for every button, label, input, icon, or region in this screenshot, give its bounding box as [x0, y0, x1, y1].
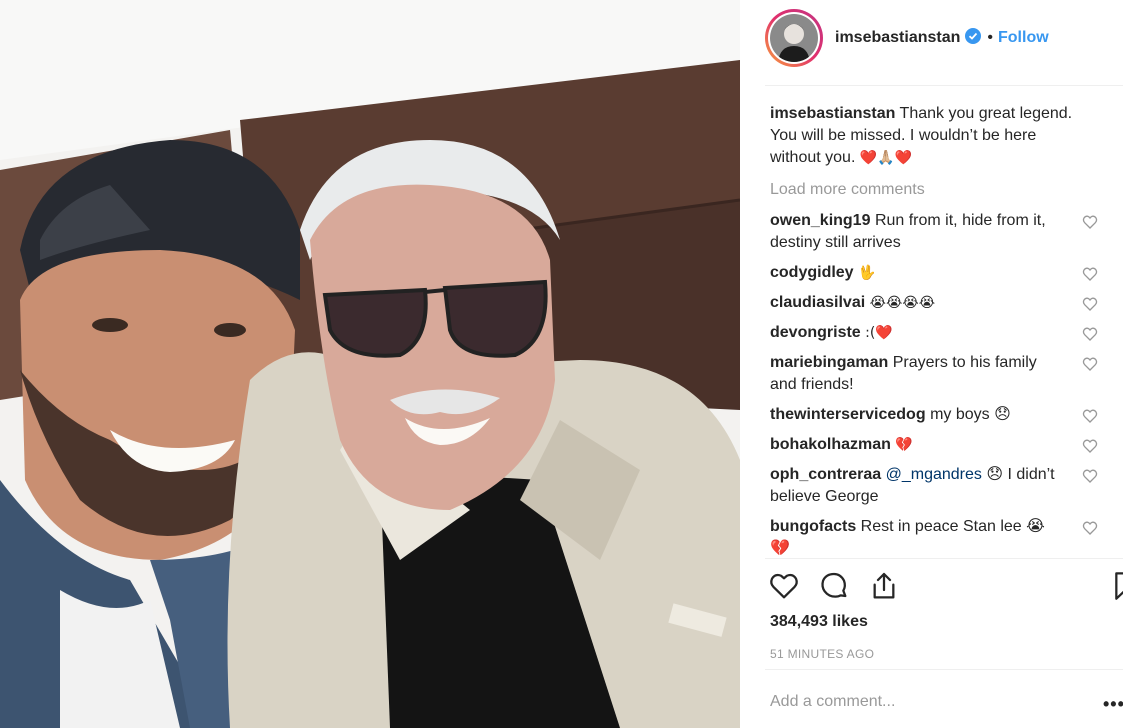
author-username[interactable]: imsebastianstan: [835, 29, 960, 47]
heart-outline-icon[interactable]: [1082, 468, 1098, 491]
comment-text: my boys 😞: [930, 406, 1011, 423]
post-side-panel: imsebastianstan • Follow imsebastianstan…: [740, 0, 1123, 728]
comment-item: oph_contreraa @_mgandres 😞 I didn’t beli…: [770, 464, 1110, 508]
comment-text: :(❤️: [865, 325, 893, 341]
post-header: imsebastianstan • Follow: [765, 8, 1049, 68]
post-photo-image: [0, 0, 740, 728]
comment-item: thewinterservicedog my boys 😞: [770, 404, 1110, 426]
header-separator: •: [987, 29, 993, 46]
add-comment-input[interactable]: [770, 693, 1070, 711]
heart-outline-icon[interactable]: [1082, 214, 1098, 237]
avatar: [770, 14, 818, 62]
comment-item: bungofacts Rest in peace Stan lee 😭💔: [770, 516, 1110, 558]
more-options-button[interactable]: •••: [1103, 694, 1123, 715]
comment-username[interactable]: bungofacts: [770, 518, 856, 535]
comment-item: mariebingaman Prayers to his family and …: [770, 352, 1110, 396]
heart-outline-icon[interactable]: [1082, 356, 1098, 379]
avatar-story-ring[interactable]: [765, 9, 823, 67]
comment-username[interactable]: thewinterservicedog: [770, 406, 926, 423]
caption-username[interactable]: imsebastianstan: [770, 105, 895, 122]
comment-item: bohakolhazman 💔: [770, 434, 1110, 456]
likes-count[interactable]: 384,493 likes: [770, 613, 868, 631]
load-more-comments[interactable]: Load more comments: [770, 179, 1110, 201]
comment-item: owen_king19 Run from it, hide from it, d…: [770, 210, 1110, 254]
comment-username[interactable]: claudiasilvai: [770, 294, 865, 311]
comment-username[interactable]: owen_king19: [770, 212, 870, 229]
share-icon[interactable]: [868, 570, 900, 607]
heart-icon[interactable]: [768, 570, 800, 607]
post-timestamp[interactable]: 51 MINUTES AGO: [770, 647, 874, 661]
heart-outline-icon[interactable]: [1082, 296, 1098, 319]
comments-list[interactable]: imsebastianstan Thank you great legend. …: [770, 100, 1110, 558]
bookmark-icon[interactable]: [1111, 570, 1123, 607]
post-photo[interactable]: [0, 0, 740, 728]
comment-mention[interactable]: @_mgandres: [886, 466, 982, 483]
divider: [765, 669, 1123, 670]
divider: [765, 558, 1123, 559]
heart-outline-icon[interactable]: [1082, 408, 1098, 431]
heart-outline-icon[interactable]: [1082, 438, 1098, 461]
comment-bubble-icon[interactable]: [818, 570, 850, 607]
comment-username[interactable]: oph_contreraa: [770, 466, 881, 483]
comment-text: 🖖: [858, 265, 876, 281]
comment-username[interactable]: bohakolhazman: [770, 436, 891, 453]
comment-username[interactable]: codygidley: [770, 264, 854, 281]
comment-username[interactable]: mariebingaman: [770, 354, 888, 371]
heart-outline-icon[interactable]: [1082, 266, 1098, 289]
comment-item: devongriste :(❤️: [770, 322, 1110, 344]
post-caption: imsebastianstan Thank you great legend. …: [770, 103, 1110, 169]
comment-username[interactable]: devongriste: [770, 324, 861, 341]
heart-outline-icon[interactable]: [1082, 520, 1098, 543]
divider: [765, 85, 1123, 86]
post-actions: [768, 570, 1123, 606]
follow-button[interactable]: Follow: [998, 29, 1049, 47]
comment-item: codygidley 🖖: [770, 262, 1110, 284]
comment-text: 💔: [895, 437, 913, 453]
verified-badge-icon: [965, 27, 982, 49]
caption-emoji: ❤️🙏🏼❤️: [859, 150, 913, 166]
comment-text: 😭😭😭😭: [869, 295, 936, 311]
heart-outline-icon[interactable]: [1082, 326, 1098, 349]
comment-item: claudiasilvai 😭😭😭😭: [770, 292, 1110, 314]
